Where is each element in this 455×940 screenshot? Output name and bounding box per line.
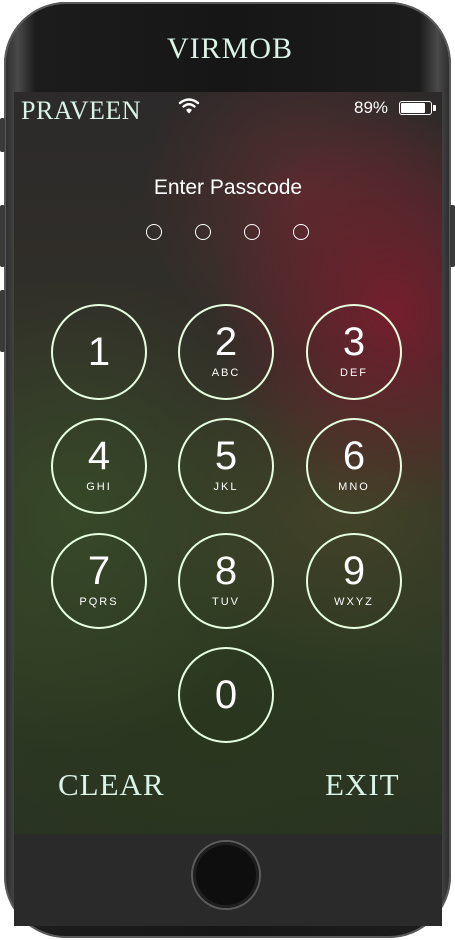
key-5[interactable]: 5 JKL [178, 418, 274, 514]
power-button [450, 205, 455, 267]
key-7[interactable]: 7 PQRS [51, 533, 147, 629]
key-digit: 2 [214, 320, 238, 364]
key-letters: JKL [213, 481, 239, 493]
battery-tip [433, 105, 436, 111]
passcode-dot [244, 224, 260, 240]
key-digit: 0 [214, 673, 238, 717]
key-6[interactable]: 6 MNO [306, 418, 402, 514]
key-9[interactable]: 9 WXYZ [306, 533, 402, 629]
key-8[interactable]: 8 TUV [178, 533, 274, 629]
key-digit: 1 [87, 330, 111, 374]
key-letters: MNO [338, 481, 370, 493]
clear-button[interactable]: CLEAR [58, 767, 165, 803]
passcode-prompt: Enter Passcode [153, 176, 303, 199]
status-bar: PRAVEEN 89% [14, 92, 442, 126]
passcode-dots [146, 224, 316, 242]
app-header: VIRMOB [20, 18, 440, 92]
battery-icon [399, 101, 436, 115]
battery-percent: 89% [354, 98, 389, 117]
key-letters: TUV [212, 596, 240, 608]
key-letters: DEF [340, 367, 368, 379]
carrier-name: PRAVEEN [21, 96, 142, 125]
mute-switch [0, 118, 5, 152]
key-digit: 9 [342, 549, 366, 593]
key-letters: PQRS [79, 596, 119, 608]
key-letters: WXYZ [334, 596, 374, 608]
key-digit: 7 [87, 549, 111, 593]
wifi-icon [178, 98, 200, 114]
key-2[interactable]: 2 ABC [178, 304, 274, 400]
key-letters: ABC [211, 367, 241, 379]
volume-up-button [0, 205, 5, 267]
volume-down-button [0, 290, 5, 352]
key-digit: 8 [214, 549, 238, 593]
key-digit: 5 [214, 434, 238, 478]
passcode-dot [146, 224, 162, 240]
home-button[interactable] [193, 842, 259, 908]
key-4[interactable]: 4 GHI [51, 418, 147, 514]
passcode-dot [293, 224, 309, 240]
battery-level [401, 103, 426, 113]
lock-screen: PRAVEEN 89% Enter Passcode 1 2 ABC 3 DEF 4 GHI… [14, 92, 442, 834]
key-digit: 6 [342, 434, 366, 478]
key-letters: GHI [86, 481, 112, 493]
key-3[interactable]: 3 DEF [306, 304, 402, 400]
key-0[interactable]: 0 [178, 647, 274, 743]
key-digit: 3 [342, 320, 366, 364]
passcode-dot [195, 224, 211, 240]
key-1[interactable]: 1 [51, 304, 147, 400]
key-digit: 4 [87, 434, 111, 478]
exit-button[interactable]: EXIT [325, 767, 400, 803]
app-title: VIRMOB [166, 32, 293, 65]
